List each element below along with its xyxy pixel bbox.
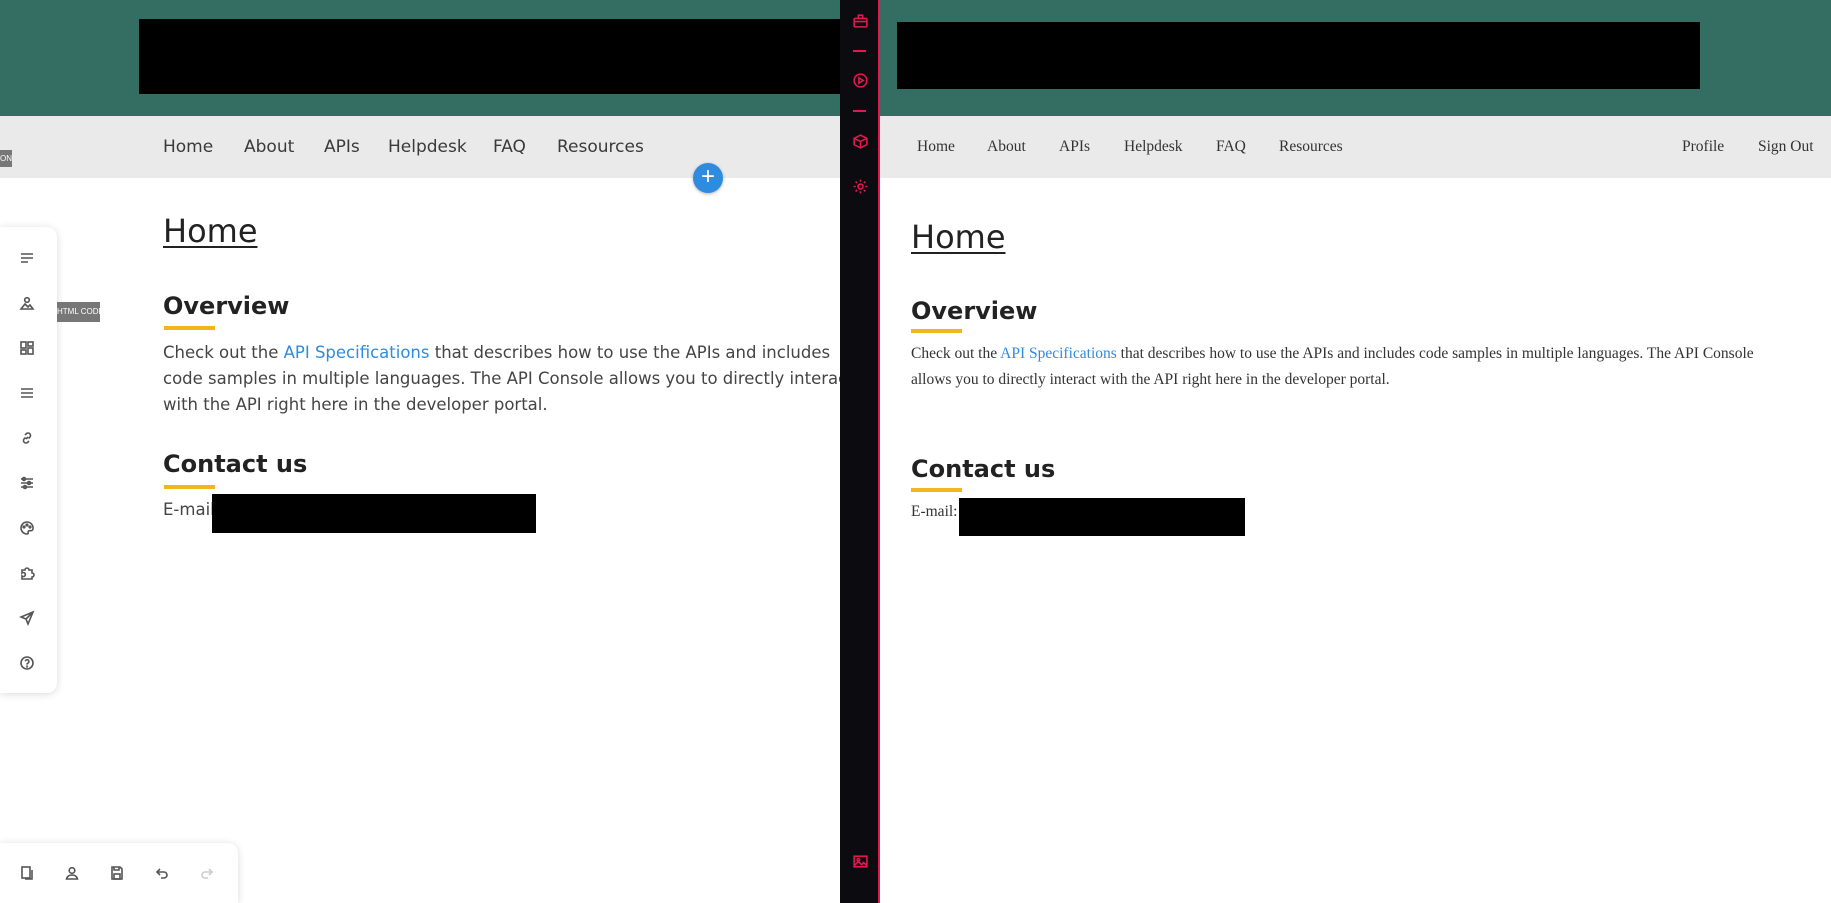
heading-accent	[911, 329, 962, 333]
redo-icon[interactable]	[196, 862, 218, 884]
tooltip-html-code: HTML CODE	[57, 302, 100, 322]
play-icon[interactable]	[850, 70, 870, 90]
page-title: Home	[163, 212, 258, 250]
nav-resources[interactable]: Resources	[557, 137, 644, 157]
redacted-email	[212, 494, 536, 533]
nav-about[interactable]: About	[987, 138, 1026, 156]
nav-apis[interactable]: APIs	[324, 137, 360, 157]
nav-faq[interactable]: FAQ	[493, 137, 526, 157]
help-icon[interactable]	[16, 652, 38, 674]
heading-accent	[164, 326, 215, 330]
divider	[853, 50, 866, 52]
add-widget-button[interactable]: +	[693, 163, 723, 193]
api-specifications-link[interactable]: API Specifications	[284, 343, 430, 362]
preview-pane: Home About APIs Helpdesk FAQ Resources P…	[880, 0, 1831, 903]
redacted-logo	[139, 19, 840, 94]
user-icon[interactable]	[61, 862, 83, 884]
palette-icon[interactable]	[16, 517, 38, 539]
puzzle-icon[interactable]	[16, 562, 38, 584]
menu-icon[interactable]	[16, 382, 38, 404]
contact-heading: Contact us	[911, 455, 1056, 483]
nav-faq[interactable]: FAQ	[1216, 138, 1246, 156]
layout-icon[interactable]	[16, 337, 38, 359]
bottom-toolbar	[0, 843, 238, 903]
api-specifications-link[interactable]: API Specifications	[1000, 345, 1117, 362]
nav-sign-out[interactable]: Sign Out	[1758, 138, 1814, 156]
nav-home[interactable]: Home	[163, 137, 213, 157]
nav-resources[interactable]: Resources	[1279, 138, 1343, 156]
dev-toolbar-strip	[840, 0, 880, 903]
overview-heading: Overview	[911, 297, 1038, 325]
cube-icon[interactable]	[850, 131, 870, 151]
send-icon[interactable]	[16, 607, 38, 629]
nav-profile[interactable]: Profile	[1682, 138, 1724, 156]
overview-text: Check out the API Specifications that de…	[163, 343, 840, 414]
email-label: E-mail:	[911, 503, 958, 520]
save-icon[interactable]	[106, 862, 128, 884]
nav-helpdesk[interactable]: Helpdesk	[1124, 138, 1183, 156]
email-label: E-mail:	[163, 500, 213, 519]
heading-accent	[164, 485, 215, 489]
image-icon[interactable]	[16, 292, 38, 314]
nav-apis[interactable]: APIs	[1059, 138, 1090, 156]
nav-about[interactable]: About	[244, 137, 294, 157]
redacted-email	[959, 498, 1245, 536]
widget-tag: ON	[0, 150, 12, 167]
overview-heading: Overview	[163, 292, 290, 320]
link-icon[interactable]	[16, 427, 38, 449]
divider	[853, 110, 866, 112]
sliders-icon[interactable]	[16, 472, 38, 494]
pages-icon[interactable]	[16, 862, 38, 884]
heading-accent	[911, 488, 962, 492]
page-title: Home	[911, 218, 1006, 256]
toolbox-icon[interactable]	[850, 10, 870, 30]
gear-icon[interactable]	[850, 176, 870, 196]
redacted-logo	[897, 22, 1700, 89]
nav-helpdesk[interactable]: Helpdesk	[388, 137, 467, 157]
overview-text: Check out the API Specifications that de…	[911, 345, 1754, 388]
side-toolbar	[0, 227, 57, 693]
nav-home[interactable]: Home	[917, 138, 955, 156]
undo-icon[interactable]	[151, 862, 173, 884]
editor-canvas: Home About APIs Helpdesk FAQ Resources O…	[0, 0, 840, 903]
lines-icon[interactable]	[16, 247, 38, 269]
contact-heading: Contact us	[163, 450, 308, 478]
image-icon[interactable]	[850, 851, 870, 871]
